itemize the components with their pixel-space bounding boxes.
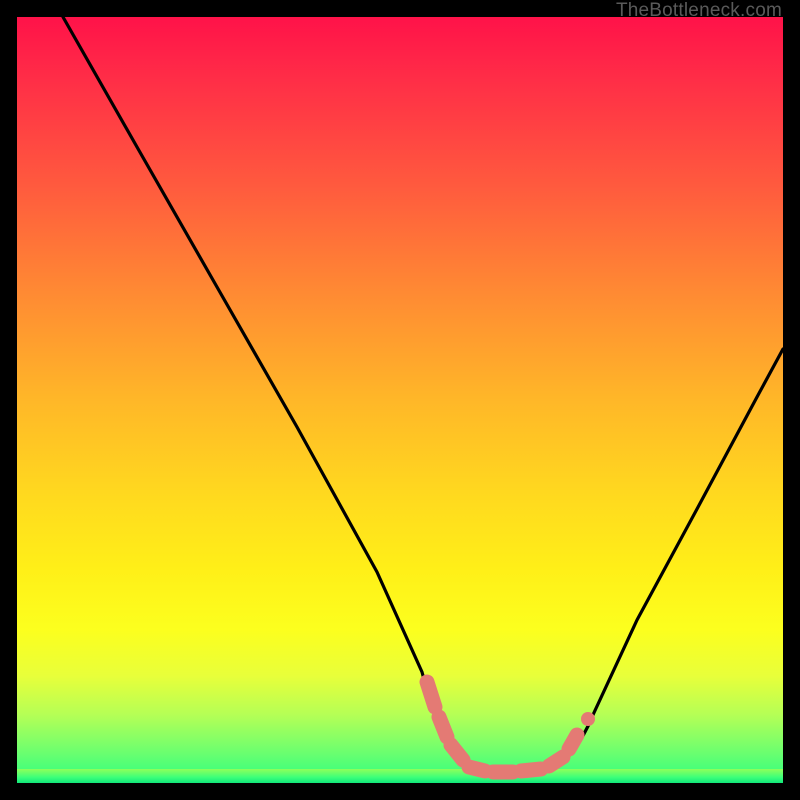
- valley-end-dot: [581, 712, 595, 726]
- plot-area: [17, 17, 783, 783]
- valley-marker: [427, 682, 577, 772]
- bottleneck-curve: [17, 17, 783, 783]
- chart-frame: TheBottleneck.com: [0, 0, 800, 800]
- curve-path: [63, 17, 783, 773]
